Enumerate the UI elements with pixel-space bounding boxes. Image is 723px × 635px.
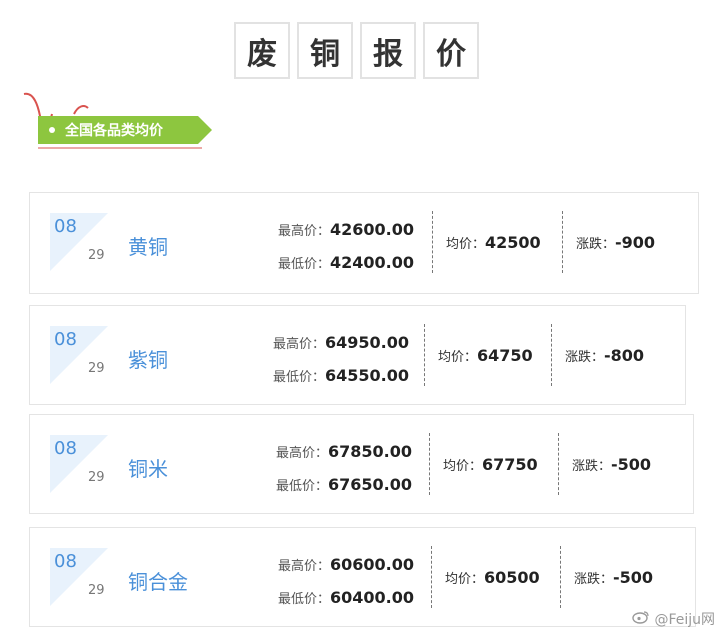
page-title: 废 铜 报 价 — [234, 22, 479, 79]
price-card: 08 29 铜米 最高价：67850.00 最低价：67650.00 均价：67… — [29, 414, 694, 514]
price-change: 涨跌：-800 — [565, 346, 645, 365]
avg-price: 均价：67750 — [443, 455, 538, 474]
product-name: 黄铜 — [128, 235, 168, 259]
date-badge: 08 29 — [50, 548, 108, 606]
date-month: 08 — [54, 551, 77, 572]
date-day: 29 — [88, 470, 105, 485]
high-price: 最高价：60600.00 — [278, 555, 415, 574]
high-price: 最高价：64950.00 — [273, 333, 410, 352]
price-change: 涨跌：-500 — [572, 455, 652, 474]
title-char: 价 — [423, 22, 479, 79]
date-badge: 08 29 — [50, 213, 108, 271]
title-char: 铜 — [297, 22, 353, 79]
price-change: 涨跌：-500 — [574, 568, 654, 587]
date-badge: 08 29 — [50, 326, 108, 384]
watermark: @Feiju网 — [632, 609, 715, 629]
price-card: 08 29 紫铜 最高价：64950.00 最低价：64550.00 均价：64… — [29, 305, 686, 405]
date-month: 08 — [54, 438, 77, 459]
divider — [562, 211, 563, 273]
product-name: 铜米 — [128, 457, 168, 481]
divider — [551, 324, 552, 386]
price-card: 08 29 黄铜 最高价：42600.00 最低价：42400.00 均价：42… — [29, 192, 699, 294]
avg-price: 均价：60500 — [445, 568, 540, 587]
watermark-text: @Feiju网 — [654, 612, 715, 628]
date-day: 29 — [88, 248, 105, 263]
section-label: 全国各品类均价 — [65, 123, 163, 139]
divider — [424, 324, 425, 386]
title-char: 报 — [360, 22, 416, 79]
divider — [431, 546, 432, 608]
weibo-icon — [632, 610, 650, 628]
divider — [429, 433, 430, 495]
avg-price: 均价：64750 — [438, 346, 533, 365]
date-month: 08 — [54, 216, 77, 237]
product-name: 紫铜 — [128, 348, 168, 372]
date-badge: 08 29 — [50, 435, 108, 493]
title-char: 废 — [234, 22, 290, 79]
date-day: 29 — [88, 583, 105, 598]
date-month: 08 — [54, 329, 77, 350]
high-price: 最高价：42600.00 — [278, 220, 415, 239]
section-ribbon: 全国各品类均价 — [22, 92, 222, 162]
low-price: 最低价：42400.00 — [278, 253, 415, 272]
low-price: 最低价：60400.00 — [278, 588, 415, 607]
divider — [432, 211, 433, 273]
divider — [558, 433, 559, 495]
date-day: 29 — [88, 361, 105, 376]
high-price: 最高价：67850.00 — [276, 442, 413, 461]
low-price: 最低价：67650.00 — [276, 475, 413, 494]
avg-price: 均价：42500 — [446, 233, 541, 252]
low-price: 最低价：64550.00 — [273, 366, 410, 385]
product-name: 铜合金 — [128, 570, 188, 594]
divider — [560, 546, 561, 608]
price-change: 涨跌：-900 — [576, 233, 656, 252]
price-card: 08 29 铜合金 最高价：60600.00 最低价：60400.00 均价：6… — [29, 527, 696, 627]
